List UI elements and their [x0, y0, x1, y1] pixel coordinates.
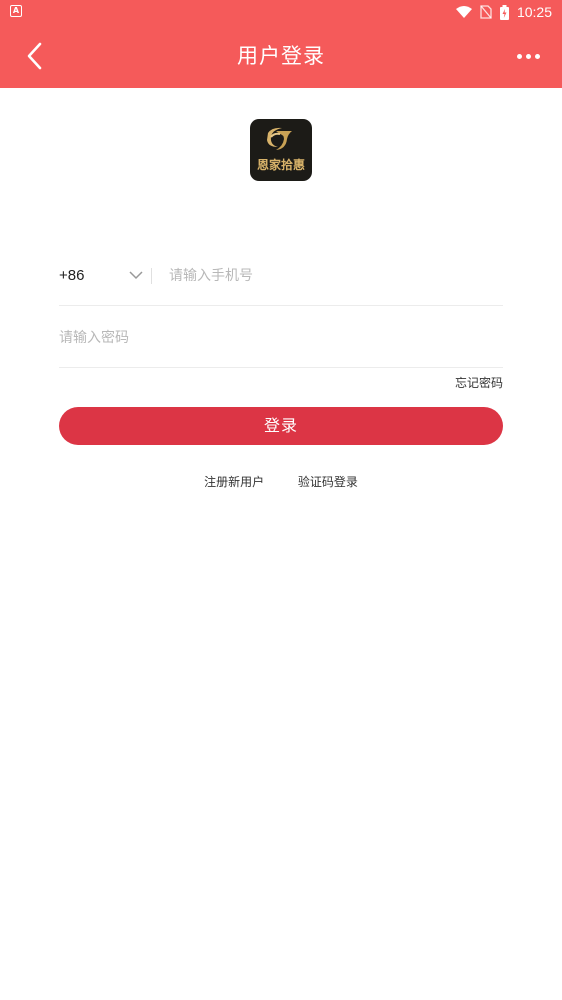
page-title: 用户登录 [237, 44, 325, 68]
more-dot [534, 53, 540, 59]
sms-login-link[interactable]: 验证码登录 [298, 473, 358, 490]
status-icons: 10:25 [455, 0, 552, 24]
app-logo: 恩家拾惠 [250, 119, 312, 181]
no-sim-icon [480, 5, 492, 19]
login-button[interactable]: 登录 [59, 407, 503, 445]
password-input[interactable] [59, 308, 499, 368]
wifi-icon [455, 5, 472, 18]
app-notification-icon: A [10, 5, 22, 17]
more-horizontal-icon [516, 53, 522, 59]
register-link[interactable]: 注册新用户 [204, 473, 264, 490]
logo-text: 恩家拾惠 [256, 158, 305, 172]
status-time: 10:25 [516, 4, 552, 20]
phone-field: +86 [59, 246, 503, 306]
status-bar: A 10:25 [0, 0, 562, 24]
chevron-down-icon[interactable] [129, 270, 143, 280]
more-dot [525, 53, 531, 59]
country-code[interactable]: +86 [59, 246, 84, 306]
more-button[interactable] [508, 40, 548, 72]
field-divider [151, 268, 152, 284]
password-field [59, 308, 503, 368]
battery-icon [499, 4, 509, 20]
logo-mark-icon [267, 127, 292, 150]
forgot-password-link[interactable]: 忘记密码 [455, 374, 503, 391]
secondary-links: 注册新用户 验证码登录 [0, 473, 562, 490]
title-bar: 用户登录 [0, 24, 562, 88]
phone-input[interactable] [169, 246, 499, 306]
